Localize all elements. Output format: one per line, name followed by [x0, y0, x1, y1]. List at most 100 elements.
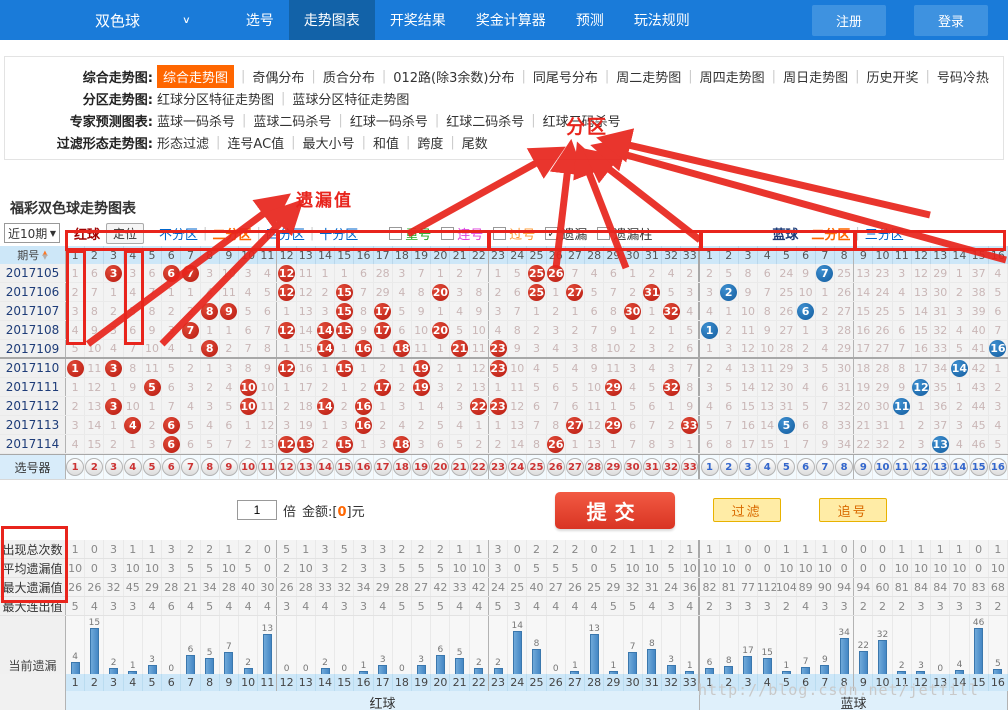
red-pick-button[interactable]: 31 — [643, 458, 661, 476]
red-pick-button[interactable]: 10 — [239, 458, 257, 476]
register-button[interactable]: 注册 — [812, 5, 886, 36]
blue-pick-button[interactable]: 3 — [739, 458, 757, 476]
checkbox[interactable] — [493, 227, 506, 240]
chart-link[interactable]: 和值 — [373, 133, 399, 152]
nav-item[interactable]: 奖金计算器 — [461, 0, 561, 40]
nav-item[interactable]: 走势图表 — [289, 0, 375, 40]
blue-pick-button[interactable]: 10 — [874, 458, 892, 476]
blue-pick-button[interactable]: 1 — [701, 458, 719, 476]
position-button[interactable]: 定位 — [106, 223, 144, 244]
chart-link[interactable]: 红球二码杀号 — [446, 111, 524, 130]
red-pick-button[interactable]: 17 — [374, 458, 392, 476]
blue-pick-button[interactable]: 7 — [816, 458, 834, 476]
blue-pick-button[interactable]: 11 — [893, 458, 911, 476]
blue-pick-button[interactable]: 4 — [758, 458, 776, 476]
blue-pick-button[interactable]: 15 — [970, 458, 988, 476]
checkbox[interactable] — [441, 227, 454, 240]
red-pick-button[interactable]: 8 — [201, 458, 219, 476]
red-pick-button[interactable]: 15 — [335, 458, 353, 476]
chart-link[interactable]: 红球一码杀号 — [350, 111, 428, 130]
red-pick-button[interactable]: 1 — [66, 458, 84, 476]
partition-option[interactable]: 不分区 — [159, 224, 198, 243]
red-pick-button[interactable]: 23 — [489, 458, 507, 476]
blue-pick-button[interactable]: 8 — [835, 458, 853, 476]
chart-link[interactable]: 形态过滤 — [157, 133, 209, 152]
chart-link[interactable]: 综合走势图 — [157, 65, 234, 88]
red-pick-button[interactable]: 26 — [547, 458, 565, 476]
chart-link[interactable]: 奇偶分布 — [252, 67, 304, 86]
red-pick-button[interactable]: 20 — [431, 458, 449, 476]
chart-link[interactable]: 同尾号分布 — [533, 67, 598, 86]
blue-pick-button[interactable]: 13 — [931, 458, 949, 476]
chart-link[interactable]: 最大小号 — [303, 133, 355, 152]
chart-link[interactable]: 质合分布 — [323, 67, 375, 86]
red-pick-button[interactable]: 22 — [470, 458, 488, 476]
chart-link[interactable]: 号码冷热 — [937, 67, 989, 86]
checkbox-option[interactable]: 遗漏柱 — [597, 224, 652, 243]
checkbox[interactable] — [597, 227, 610, 240]
chart-link[interactable]: 周四走势图 — [700, 67, 765, 86]
checkbox-option[interactable]: ✓遗漏 — [545, 224, 587, 243]
login-button[interactable]: 登录 — [914, 5, 988, 36]
partition-option[interactable]: 二分区 — [811, 224, 850, 243]
chart-link[interactable]: 蓝球一码杀号 — [157, 111, 235, 130]
lottery-type-dropdown[interactable]: 双色球 ∨ — [95, 10, 191, 31]
red-pick-button[interactable]: 29 — [604, 458, 622, 476]
blue-pick-button[interactable]: 6 — [797, 458, 815, 476]
blue-pick-button[interactable]: 16 — [989, 458, 1007, 476]
chart-link[interactable]: 周二走势图 — [616, 67, 681, 86]
nav-item[interactable]: 选号 — [231, 0, 289, 40]
red-pick-button[interactable]: 3 — [105, 458, 123, 476]
chart-link[interactable]: 蓝球二码杀号 — [253, 111, 331, 130]
red-pick-button[interactable]: 25 — [527, 458, 545, 476]
checkbox-option[interactable]: 重号 — [389, 224, 431, 243]
red-pick-button[interactable]: 18 — [393, 458, 411, 476]
red-pick-button[interactable]: 27 — [566, 458, 584, 476]
red-pick-button[interactable]: 14 — [316, 458, 334, 476]
blue-pick-button[interactable]: 12 — [912, 458, 930, 476]
red-pick-button[interactable]: 33 — [681, 458, 698, 476]
checkbox-option[interactable]: 连号 — [441, 224, 483, 243]
partition-option[interactable]: 二分区 — [212, 224, 251, 243]
checkbox[interactable] — [389, 227, 402, 240]
chart-link[interactable]: 周日走势图 — [783, 67, 848, 86]
chart-link[interactable]: 012路(除3余数)分布 — [393, 67, 514, 86]
chart-link[interactable]: 红球三码杀号 — [543, 111, 621, 130]
chart-link[interactable]: 历史开奖 — [866, 67, 918, 86]
submit-button[interactable]: 提交 — [555, 492, 675, 529]
nav-item[interactable]: 玩法规则 — [619, 0, 705, 40]
red-pick-button[interactable]: 6 — [162, 458, 180, 476]
red-pick-button[interactable]: 11 — [258, 458, 276, 476]
red-pick-button[interactable]: 30 — [624, 458, 642, 476]
period-range-select[interactable]: 近10期 ▼ — [4, 223, 60, 243]
blue-pick-button[interactable]: 2 — [720, 458, 738, 476]
red-pick-button[interactable]: 24 — [508, 458, 526, 476]
filter-button[interactable]: 过滤 — [713, 498, 781, 522]
red-pick-button[interactable]: 13 — [297, 458, 315, 476]
nav-item[interactable]: 预测 — [561, 0, 619, 40]
red-pick-button[interactable]: 4 — [124, 458, 142, 476]
checkbox-option[interactable]: 过号 — [493, 224, 535, 243]
red-pick-button[interactable]: 16 — [354, 458, 372, 476]
period-sort-header[interactable]: 期号▲▼ — [0, 246, 66, 264]
chart-link[interactable]: 尾数 — [462, 133, 488, 152]
chart-link[interactable]: 连号AC值 — [227, 133, 284, 152]
red-pick-button[interactable]: 28 — [585, 458, 603, 476]
chart-link[interactable]: 红球分区特征走势图 — [157, 89, 274, 108]
red-pick-button[interactable]: 5 — [143, 458, 161, 476]
red-pick-button[interactable]: 9 — [220, 458, 238, 476]
partition-option[interactable]: 十分区 — [319, 224, 358, 243]
red-pick-button[interactable]: 2 — [85, 458, 103, 476]
checkbox[interactable]: ✓ — [545, 227, 558, 240]
red-pick-button[interactable]: 21 — [451, 458, 469, 476]
red-pick-button[interactable]: 19 — [412, 458, 430, 476]
red-pick-button[interactable]: 32 — [662, 458, 680, 476]
chart-link[interactable]: 蓝球分区特征走势图 — [292, 89, 409, 108]
chart-link[interactable]: 跨度 — [417, 133, 443, 152]
blue-pick-button[interactable]: 14 — [950, 458, 968, 476]
red-pick-button[interactable]: 7 — [181, 458, 199, 476]
red-pick-button[interactable]: 12 — [278, 458, 296, 476]
blue-pick-button[interactable]: 9 — [854, 458, 872, 476]
blue-pick-button[interactable]: 5 — [777, 458, 795, 476]
partition-option[interactable]: 四分区 — [266, 224, 305, 243]
